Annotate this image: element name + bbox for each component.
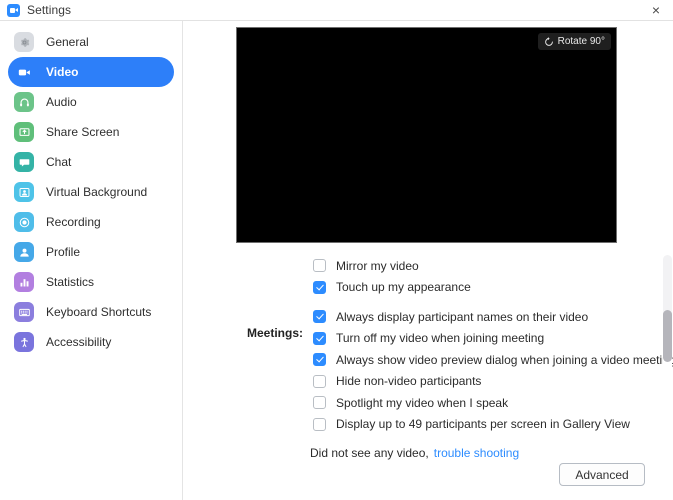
sidebar-item-label: Recording	[46, 215, 101, 229]
option-row: Spotlight my video when I speak	[184, 392, 673, 414]
sidebar-item-label: Chat	[46, 155, 72, 169]
sidebar-item-share-screen[interactable]: Share Screen	[8, 117, 174, 147]
sidebar-item-statistics[interactable]: Statistics	[8, 267, 174, 297]
option-row: Touch up my appearance	[184, 277, 673, 299]
option-row: Always display participant names on thei…	[184, 306, 673, 328]
checkbox-display-up-to-49-participants-per-screen-in-gallery-view[interactable]	[313, 417, 326, 431]
option-label[interactable]: Display up to 49 participants per screen…	[336, 417, 630, 431]
checkbox-touch-up-my-appearance[interactable]	[313, 280, 326, 294]
checkbox-mirror-my-video[interactable]	[313, 259, 326, 273]
video-preview[interactable]: Rotate 90°	[236, 27, 617, 243]
advanced-button[interactable]: Advanced	[559, 463, 645, 486]
sidebar-item-label: Accessibility	[46, 335, 112, 349]
option-row: Always show video preview dialog when jo…	[184, 349, 673, 371]
option-row: Mirror my video	[184, 255, 673, 277]
gear-icon	[14, 32, 34, 52]
video-options-list: Meetings: Mirror my video Touch up my app…	[184, 255, 673, 460]
sidebar-item-keyboard-shortcuts[interactable]: Keyboard Shortcuts	[8, 297, 174, 327]
person-frame-icon	[14, 182, 34, 202]
rotate-90-label: Rotate 90°	[557, 36, 605, 47]
option-label[interactable]: Hide non-video participants	[336, 374, 481, 388]
checkbox-hide-non-video-participants[interactable]	[313, 374, 326, 388]
sidebar-item-label: Statistics	[46, 275, 95, 289]
window-title: Settings	[27, 3, 72, 17]
headphones-icon	[14, 92, 34, 112]
settings-sidebar: General Video Audio Share Screen Chat Virtual…	[0, 21, 183, 500]
option-label[interactable]: Always show video preview dialog when jo…	[336, 353, 673, 367]
option-label[interactable]: Spotlight my video when I speak	[336, 396, 508, 410]
sidebar-item-accessibility[interactable]: Accessibility	[8, 327, 174, 357]
checkbox-always-display-participant-names-on-their-video[interactable]	[313, 310, 326, 324]
chat-bubble-icon	[14, 152, 34, 172]
sidebar-item-profile[interactable]: Profile	[8, 237, 174, 267]
sidebar-item-video[interactable]: Video	[8, 57, 174, 87]
sidebar-item-label: Virtual Background	[46, 185, 148, 199]
option-row: Hide non-video participants	[184, 371, 673, 393]
bar-chart-icon	[14, 272, 34, 292]
option-label[interactable]: Touch up my appearance	[336, 280, 471, 294]
checkbox-always-show-video-preview-dialog-when-joining-a-video-meeting[interactable]	[313, 353, 326, 367]
person-icon	[14, 242, 34, 262]
sidebar-item-general[interactable]: General	[8, 27, 174, 57]
scrollbar-thumb[interactable]	[663, 310, 672, 362]
sidebar-item-label: Video	[46, 65, 79, 79]
keyboard-icon	[14, 302, 34, 322]
option-row: Display up to 49 participants per screen…	[184, 414, 673, 436]
option-label[interactable]: Always display participant names on thei…	[336, 310, 588, 324]
sidebar-item-label: General	[46, 35, 89, 49]
sidebar-item-label: Audio	[46, 95, 77, 109]
sidebar-item-chat[interactable]: Chat	[8, 147, 174, 177]
option-label[interactable]: Turn off my video when joining meeting	[336, 331, 544, 345]
record-circle-icon	[14, 212, 34, 232]
rotate-90-button[interactable]: Rotate 90°	[537, 33, 611, 50]
zoom-camera-icon	[7, 3, 20, 17]
close-icon[interactable]: ×	[639, 0, 673, 20]
screen-share-icon	[14, 122, 34, 142]
checkbox-spotlight-my-video-when-i-speak[interactable]	[313, 396, 326, 410]
sidebar-item-audio[interactable]: Audio	[8, 87, 174, 117]
accessibility-icon	[14, 332, 34, 352]
meetings-group-label: Meetings:	[247, 326, 304, 340]
troubleshooting-link[interactable]: trouble shooting	[434, 446, 519, 460]
sidebar-item-recording[interactable]: Recording	[8, 207, 174, 237]
sidebar-item-label: Share Screen	[46, 125, 120, 139]
window-titlebar: Settings ×	[0, 0, 673, 21]
option-label[interactable]: Mirror my video	[336, 259, 419, 273]
video-settings-panel: Rotate 90° Meetings: Mirror my video Touc…	[184, 21, 673, 500]
rotate-counterclockwise-icon	[544, 36, 553, 46]
checkbox-turn-off-my-video-when-joining-meeting[interactable]	[313, 331, 326, 345]
troubleshooting-text: Did not see any video,	[310, 446, 429, 460]
sidebar-item-virtual-background[interactable]: Virtual Background	[8, 177, 174, 207]
troubleshooting-row: Did not see any video, trouble shooting	[310, 446, 673, 460]
sidebar-item-label: Keyboard Shortcuts	[46, 305, 152, 319]
sidebar-item-label: Profile	[46, 245, 81, 259]
video-camera-icon	[14, 62, 34, 82]
